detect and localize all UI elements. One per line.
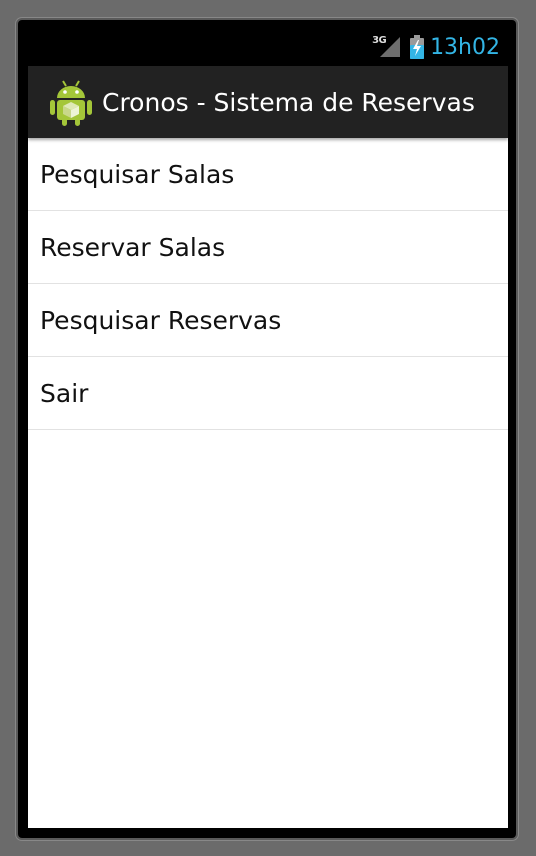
battery-charging-icon: [410, 35, 425, 59]
menu-list: Pesquisar Salas Reservar Salas Pesquisar…: [28, 138, 508, 430]
menu-item-pesquisar-salas[interactable]: Pesquisar Salas: [28, 138, 508, 211]
clock: 13h02: [430, 34, 500, 60]
menu-item-label: Sair: [40, 378, 89, 408]
app-title: Cronos - Sistema de Reservas: [102, 87, 475, 117]
menu-item-reservar-salas[interactable]: Reservar Salas: [28, 211, 508, 284]
android-app-icon[interactable]: [50, 78, 92, 126]
action-bar: Cronos - Sistema de Reservas: [28, 66, 508, 138]
menu-item-sair[interactable]: Sair: [28, 357, 508, 430]
menu-item-pesquisar-reservas[interactable]: Pesquisar Reservas: [28, 284, 508, 357]
screen: 3G 13h02 Cronos - Sistema de Reservas Pe…: [28, 28, 508, 828]
status-bar: 3G 13h02: [28, 28, 508, 66]
status-icons: 3G 13h02: [372, 28, 500, 66]
signal-icon: 3G: [372, 35, 401, 59]
menu-item-label: Reservar Salas: [40, 232, 226, 262]
device-frame: 3G 13h02 Cronos - Sistema de Reservas Pe…: [18, 20, 516, 838]
menu-item-label: Pesquisar Reservas: [40, 305, 282, 335]
menu-item-label: Pesquisar Salas: [40, 159, 235, 189]
